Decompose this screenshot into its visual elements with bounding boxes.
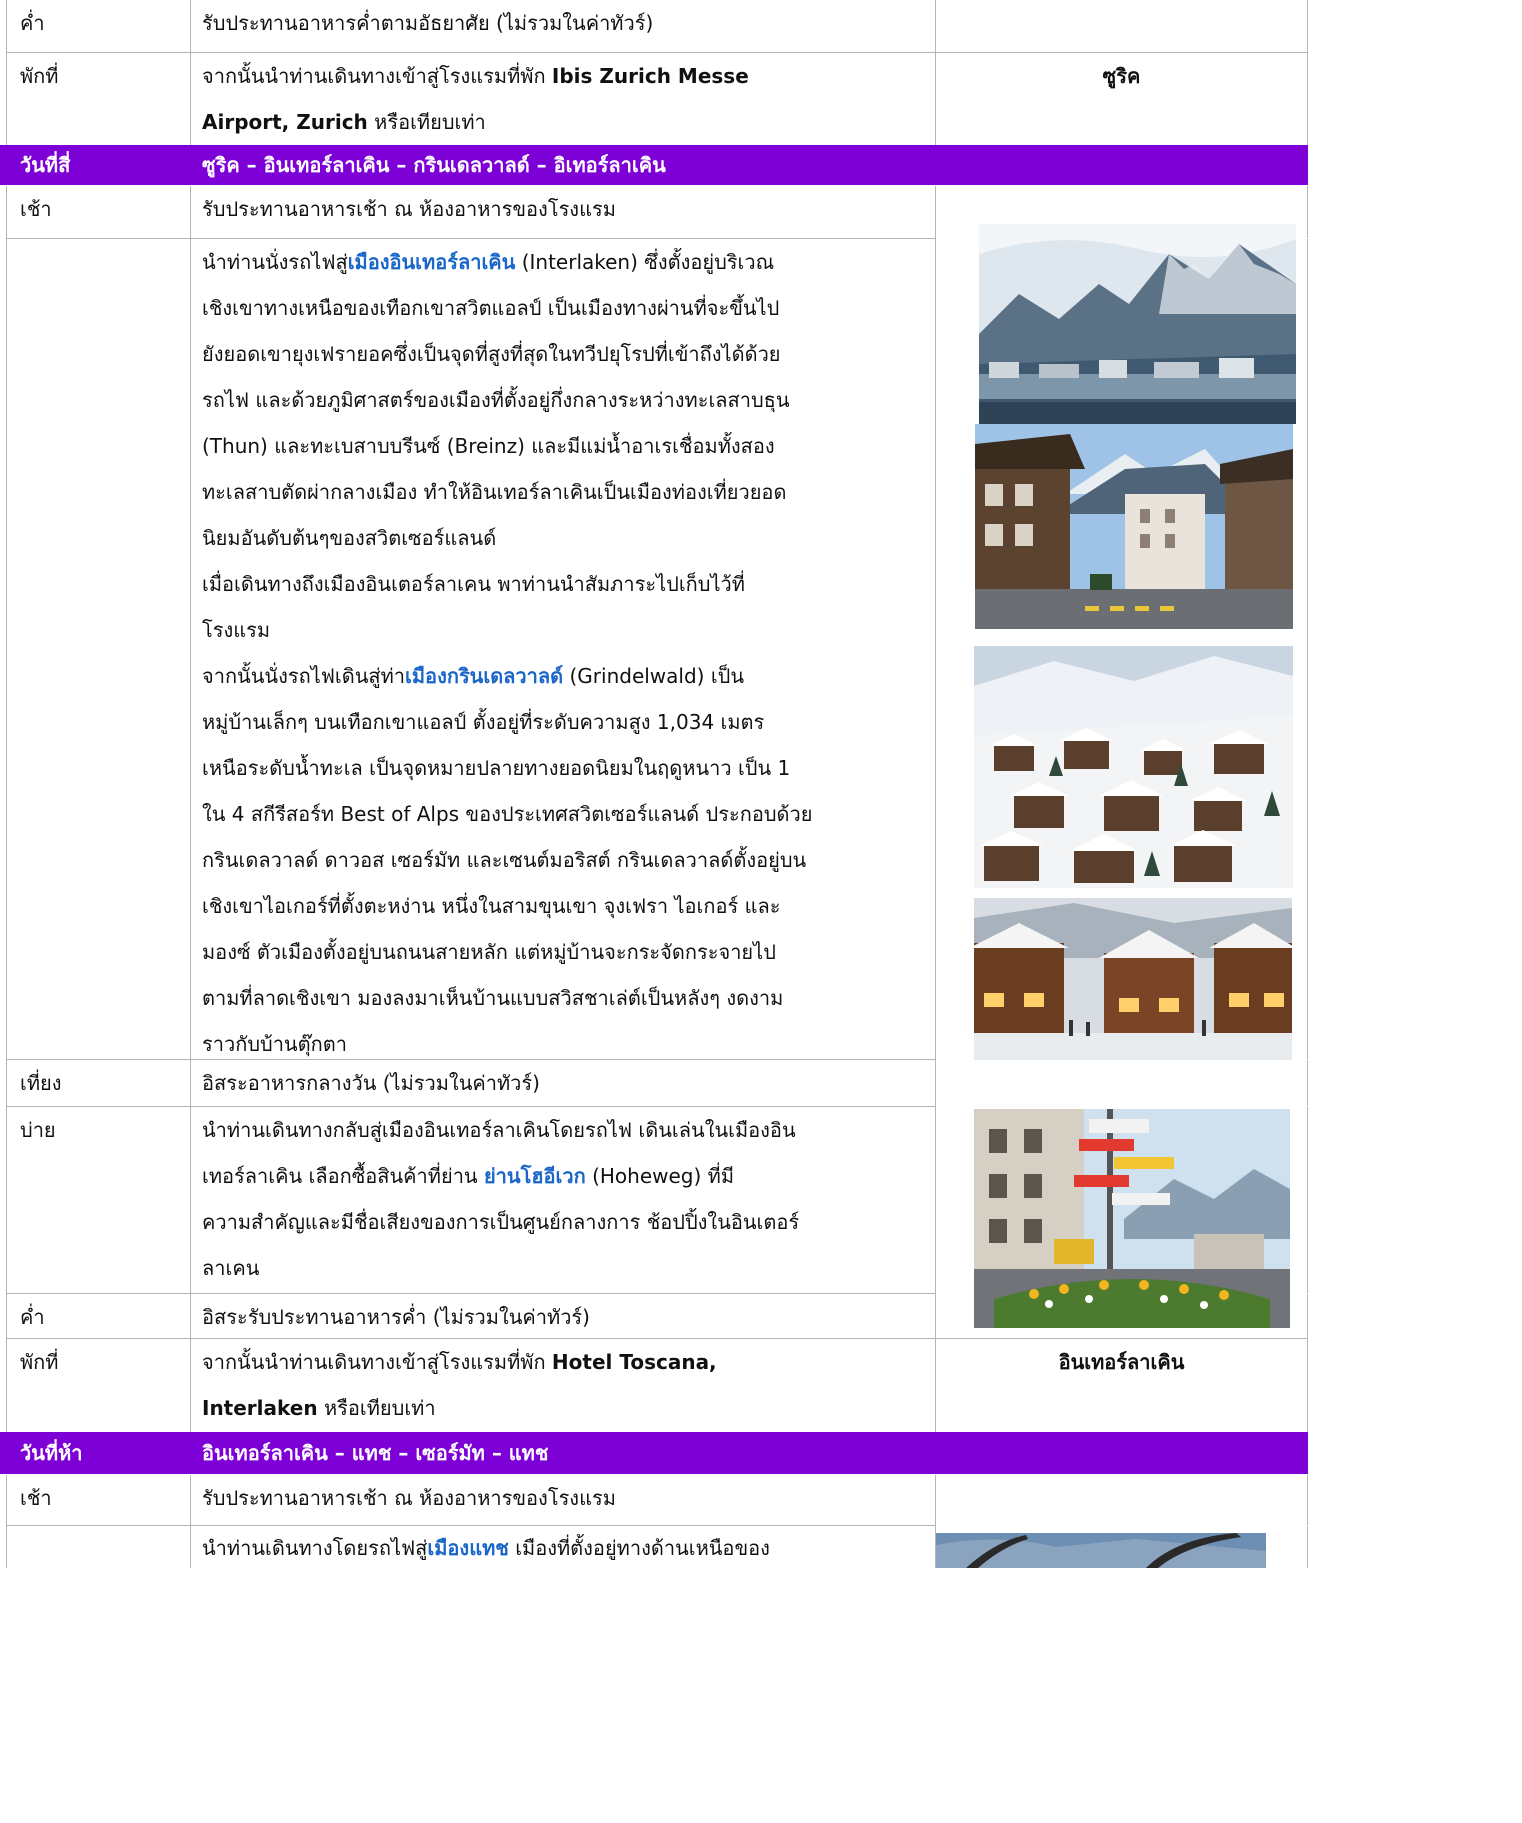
row-description-line: เชิงเขาทางเหนือของเทือกเขาสวิตแอลป์ เป็น…: [202, 296, 780, 320]
row-description-line: ตามที่ลาดเชิงเขา มองลงมาเห็นบ้านแบบสวิสช…: [202, 986, 784, 1010]
row-description-line: ความสำคัญและมีชื่อเสียงของการเป็นศูนย์กล…: [202, 1210, 800, 1234]
row-description-line: เชิงเขาไอเกอร์ที่ตั้งตะหง่าน หนึ่งในสามข…: [202, 894, 781, 918]
row-description-line: มองซ์ ตัวเมืองตั้งอยู่บนถนนสายหลัก แต่หม…: [202, 940, 776, 964]
day-header-5: วันที่ห้า อินเทอร์ลาเคิน – แทช – เซอร์มั…: [0, 1432, 1308, 1474]
hotel-name: Ibis Zurich Messe: [551, 64, 749, 88]
row-description-line: ลาเคน: [202, 1256, 260, 1280]
itinerary-document: ค่ำ รับประทานอาหารค่ำตามอัธยาศัย (ไม่รวม…: [0, 0, 1310, 1568]
hotel-name: Hotel Toscana,: [551, 1350, 717, 1374]
itinerary-row-breakfast-2: เช้า รับประทานอาหารเช้า ณ ห้องอาหารของโร…: [0, 1475, 1308, 1525]
row-description-line: ยังยอดเขายุงเฟรายอคซึ่งเป็นจุดที่สูงที่ส…: [202, 342, 781, 366]
row-description-line: จากนั้นนั่งรถไฟเดินสู่ท่าเมืองกรินเดลวาล…: [202, 664, 745, 688]
row-description-line: นำท่านเดินทางกลับสู่เมืองอินเทอร์ลาเคินโ…: [202, 1118, 796, 1142]
row-description-line: กรินเดลวาลด์ ดาวอส เซอร์มัท และเซนต์มอริ…: [202, 848, 807, 872]
row-description-line: เทอร์ลาเคิน เลือกซื้อสินค้าที่ย่าน ย่านโ…: [202, 1164, 735, 1188]
day-label: วันที่ห้า: [20, 1441, 83, 1465]
row-description: รับประทานอาหารเช้า ณ ห้องอาหารของโรงแรม: [202, 197, 616, 221]
day-header-4: วันที่สี่ ซูริค – อินเทอร์ลาเคิน – กรินเ…: [0, 145, 1308, 185]
day-title: อินเทอร์ลาเคิน – แทช – เซอร์มัท – แทช: [202, 1441, 549, 1465]
row-description-line: เมื่อเดินทางถึงเมืองอินเตอร์ลาเคน พาท่าน…: [202, 572, 745, 596]
row-description-line: ใน 4 สกีรีสอร์ท Best of Alps ของประเทศสว…: [202, 802, 813, 826]
row-time-label: เช้า: [20, 197, 52, 221]
row-description-line: Interlaken หรือเทียบเท่า: [202, 1396, 436, 1420]
itinerary-row-lunch: เที่ยง อิสระอาหารกลางวัน (ไม่รวมในค่าทัว…: [0, 1060, 1308, 1106]
row-description-line: จากนั้นนำท่านเดินทางเข้าสู่โรงแรมที่พัก …: [202, 64, 749, 88]
row-time-label: เที่ยง: [20, 1071, 62, 1095]
row-time-label: ค่ำ: [20, 11, 45, 35]
day-label: วันที่สี่: [20, 153, 71, 177]
taesch-photo: [936, 1533, 1266, 1568]
row-description-line: (Thun) และทะเบสาบบรีนซ์ (Breinz) และมีแม…: [202, 434, 775, 458]
day-title: ซูริค – อินเทอร์ลาเคิน – กรินเดลวาลด์ – …: [202, 153, 666, 177]
row-time-label: พักที่: [20, 64, 59, 88]
row-description-line: นำท่านนั่งรถไฟสู่เมืองอินเทอร์ลาเคิน (In…: [202, 250, 775, 274]
row-description-line: นำท่านเดินทางโดยรถไฟสู่เมืองแทช เมืองที่…: [202, 1536, 770, 1560]
overnight-city: อินเทอร์ลาเคิน: [1058, 1350, 1185, 1374]
itinerary-row-dinner: ค่ำ รับประทานอาหารค่ำตามอัธยาศัย (ไม่รวม…: [0, 0, 1308, 52]
highlight-place: ย่านโฮอีเวก: [483, 1164, 586, 1188]
itinerary-row-hotel-interlaken: พักที่ จากนั้นนำท่านเดินทางเข้าสู่โรงแรม…: [0, 1339, 1308, 1432]
highlight-place: เมืองกรินเดลวาลด์: [405, 664, 564, 688]
mountain-lake-town-photo: [979, 224, 1296, 424]
row-description: อิสระรับประทานอาหารค่ำ (ไม่รวมในค่าทัวร์…: [202, 1305, 590, 1329]
row-description-line: หมู่บ้านเล็กๆ บนเทือกเขาแอลป์ ตั้งอยู่ที…: [202, 710, 765, 734]
highlight-place: เมืองแทช: [427, 1536, 509, 1560]
row-description: รับประทานอาหารค่ำตามอัธยาศัย (ไม่รวมในค่…: [202, 11, 654, 35]
row-time-label: ค่ำ: [20, 1305, 45, 1329]
hotel-name: Interlaken: [202, 1396, 318, 1420]
overnight-city: ซูริค: [1102, 64, 1141, 88]
row-time-label: บ่าย: [20, 1118, 56, 1142]
row-description-line: เหนือระดับน้ำทะเล เป็นจุดหมายปลายทางยอดน…: [202, 756, 791, 780]
itinerary-row-hotel-zurich: พักที่ จากนั้นนำท่านเดินทางเข้าสู่โรงแรม…: [0, 53, 1308, 145]
chalet-shops-snow-photo: [974, 898, 1292, 1060]
row-description: อิสระอาหารกลางวัน (ไม่รวมในค่าทัวร์): [202, 1071, 540, 1095]
row-time-label: พักที่: [20, 1350, 59, 1374]
row-description-line: รถไฟ และด้วยภูมิศาสตร์ของเมืองที่ตั้งอยู…: [202, 388, 790, 412]
grindelwald-snow-village-photo: [974, 646, 1293, 888]
interlaken-street-photo: [975, 424, 1293, 629]
highlight-place: เมืองอินเทอร์ลาเคิน: [347, 250, 516, 274]
row-description-line: นิยมอันดับต้นๆของสวิตเซอร์แลนด์: [202, 526, 497, 550]
row-description-line: โรงแรม: [202, 618, 271, 642]
row-description: รับประทานอาหารเช้า ณ ห้องอาหารของโรงแรม: [202, 1486, 616, 1510]
hoheweg-signpost-photo: [974, 1109, 1290, 1328]
row-description-line: ทะเลสาบตัดผ่ากลางเมือง ทำให้อินเทอร์ลาเค…: [202, 480, 787, 504]
hotel-name: Airport, Zurich: [202, 110, 368, 134]
row-description-line: จากนั้นนำท่านเดินทางเข้าสู่โรงแรมที่พัก …: [202, 1350, 717, 1374]
row-description-line: Airport, Zurich หรือเทียบเท่า: [202, 110, 486, 134]
row-time-label: เช้า: [20, 1486, 52, 1510]
